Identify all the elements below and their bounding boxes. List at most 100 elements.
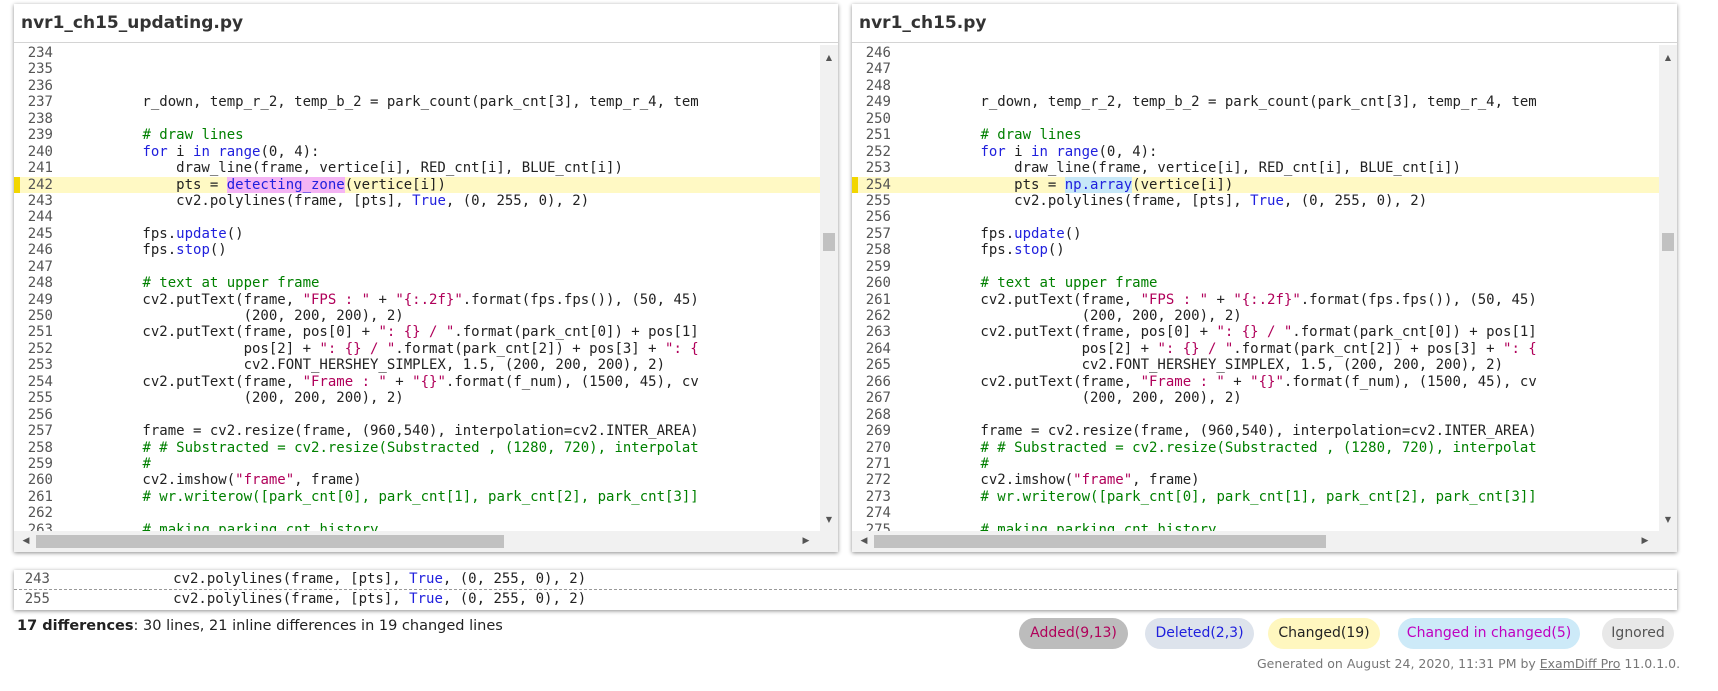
- code-line: 241 draw_line(frame, vertice[i], RED_cnt…: [14, 160, 820, 176]
- ignored-badge[interactable]: Ignored: [1602, 618, 1674, 649]
- code-text: fps.update(): [75, 225, 244, 242]
- changed-badge[interactable]: Changed(19): [1268, 618, 1380, 649]
- code-text: pos[2] + ": {} / ".format(park_cnt[2]) +…: [913, 340, 1537, 357]
- right-vertical-scrollbar[interactable]: ▲ ▼: [1659, 45, 1677, 531]
- changed-in-changed-badge[interactable]: Changed in changed(5): [1398, 618, 1580, 649]
- code-text: cv2.imshow("frame", frame): [913, 472, 1200, 489]
- code-line: 254 cv2.putText(frame, "Frame : " + "{}"…: [14, 374, 820, 390]
- code-line: 255 cv2.polylines(frame, [pts], True, (0…: [852, 193, 1659, 209]
- change-marker: [852, 111, 858, 127]
- code-line: 252 for i in range(0, 4):: [852, 144, 1659, 160]
- added-badge[interactable]: Added(9,13): [1019, 618, 1128, 649]
- right-vertical-scroll-thumb[interactable]: [1662, 233, 1674, 251]
- change-marker: [852, 357, 858, 373]
- examdiff-link[interactable]: ExamDiff Pro: [1540, 656, 1621, 671]
- diff-line: 243 cv2.polylines(frame, [pts], True, (0…: [14, 570, 1677, 589]
- scroll-up-icon[interactable]: ▲: [1659, 51, 1677, 65]
- code-text: (200, 200, 200), 2): [75, 308, 404, 324]
- code-text: cv2.polylines(frame, [pts], True, (0, 25…: [72, 591, 587, 607]
- code-line: 250 (200, 200, 200), 2): [14, 308, 820, 324]
- code-line: 249 r_down, temp_r_2, temp_b_2 = park_co…: [852, 94, 1659, 110]
- deleted-badge[interactable]: Deleted(2,3): [1145, 618, 1254, 649]
- left-code-view[interactable]: 234 235 236 237 r_down, temp_r_2, temp_b_2 …: [14, 45, 820, 531]
- code-text: # making parking_cnt_history: [980, 521, 1217, 531]
- code-text: # draw lines: [142, 127, 244, 144]
- code-text: cv2.putText(frame, "Frame : " + "{}".for…: [75, 373, 699, 390]
- code-line: 273 # wr.writerow([park_cnt[0], park_cnt…: [852, 489, 1659, 505]
- change-marker: [852, 209, 858, 225]
- change-marker: [852, 407, 858, 423]
- right-code-view[interactable]: 246 247 248 249 r_down, temp_r_2, temp_b_2 …: [852, 45, 1659, 531]
- code-line: 239 # draw lines: [14, 127, 820, 143]
- code-line: 258 fps.stop(): [852, 242, 1659, 258]
- right-horizontal-scroll-thumb[interactable]: [874, 535, 1326, 548]
- scroll-left-icon[interactable]: ◀: [18, 531, 34, 552]
- code-line: 268: [852, 407, 1659, 423]
- code-line: 272 cv2.imshow("frame", frame): [852, 472, 1659, 488]
- line-number: 255: [24, 591, 50, 607]
- diff-count: 17 differences: [17, 618, 134, 634]
- change-marker: [14, 505, 20, 521]
- code-line: 260 cv2.imshow("frame", frame): [14, 472, 820, 488]
- code-line: 259 #: [14, 456, 820, 472]
- change-marker: [852, 324, 858, 340]
- code-line: 269 frame = cv2.resize(frame, (960,540),…: [852, 423, 1659, 439]
- scroll-left-icon[interactable]: ◀: [856, 531, 872, 552]
- code-line: 252 pos[2] + ": {} / ".format(park_cnt[2…: [14, 341, 820, 357]
- code-line: 274: [852, 505, 1659, 521]
- code-line: 267 (200, 200, 200), 2): [852, 390, 1659, 406]
- change-marker: [14, 193, 20, 209]
- code-line: 235: [14, 61, 820, 77]
- code-line: 256: [14, 407, 820, 423]
- change-marker: [852, 390, 858, 406]
- change-marker: [14, 308, 20, 324]
- code-line: 255 (200, 200, 200), 2): [14, 390, 820, 406]
- change-marker: [852, 341, 858, 357]
- scroll-right-icon[interactable]: ▶: [798, 531, 814, 552]
- scroll-up-icon[interactable]: ▲: [820, 51, 838, 65]
- right-file-title: nvr1_ch15.py: [852, 4, 1677, 43]
- change-marker: [852, 259, 858, 275]
- code-line: 247: [852, 61, 1659, 77]
- code-text: pts = np.array(vertice[i]): [913, 176, 1234, 193]
- scroll-down-icon[interactable]: ▼: [1659, 513, 1677, 527]
- code-line: 236: [14, 78, 820, 94]
- scroll-down-icon[interactable]: ▼: [820, 513, 838, 527]
- code-line: 262: [14, 505, 820, 521]
- code-line: 263 # making parking_cnt_history: [14, 522, 820, 531]
- code-line: 266 cv2.putText(frame, "Frame : " + "{}"…: [852, 374, 1659, 390]
- code-text: cv2.putText(frame, pos[0] + ": {} / ".fo…: [913, 324, 1537, 341]
- left-vertical-scrollbar[interactable]: ▲ ▼: [820, 45, 838, 531]
- change-marker: [14, 407, 20, 423]
- change-marker: [852, 127, 858, 143]
- left-vertical-scroll-thumb[interactable]: [823, 233, 835, 251]
- change-marker: [852, 423, 858, 439]
- code-line: 248: [852, 78, 1659, 94]
- code-text: #: [980, 455, 989, 472]
- left-horizontal-scroll-thumb[interactable]: [36, 535, 504, 548]
- code-line: 249 cv2.putText(frame, "FPS : " + "{:.2f…: [14, 292, 820, 308]
- change-marker: [14, 176, 20, 193]
- code-line: 237 r_down, temp_r_2, temp_b_2 = park_co…: [14, 94, 820, 110]
- change-marker: [14, 127, 20, 143]
- change-marker: [852, 308, 858, 324]
- page-scrollbar[interactable]: [1704, 0, 1718, 691]
- left-horizontal-scrollbar[interactable]: ◀ ▶: [14, 531, 838, 552]
- change-marker: [852, 78, 858, 94]
- change-marker: [852, 522, 858, 531]
- change-marker: [14, 292, 20, 308]
- change-marker: [852, 242, 858, 258]
- change-marker: [14, 423, 20, 439]
- right-horizontal-scrollbar[interactable]: ◀ ▶: [852, 531, 1677, 552]
- change-marker: [14, 456, 20, 472]
- right-file-pane: nvr1_ch15.py 246 247 248 249 r_down, temp_r…: [852, 4, 1677, 552]
- code-text: for i in range(0, 4):: [980, 143, 1158, 160]
- left-file-pane: nvr1_ch15_updating.py 234 235 236 237 r_dow…: [14, 4, 838, 552]
- change-marker: [852, 176, 858, 193]
- scroll-right-icon[interactable]: ▶: [1637, 531, 1653, 552]
- code-text: cv2.putText(frame, "Frame : " + "{}".for…: [913, 373, 1537, 390]
- code-line: 271 #: [852, 456, 1659, 472]
- change-marker: [14, 489, 20, 505]
- diff-summary: 17 differences: 30 lines, 21 inline diff…: [17, 618, 503, 634]
- code-line: 275 # making parking_cnt_history: [852, 522, 1659, 531]
